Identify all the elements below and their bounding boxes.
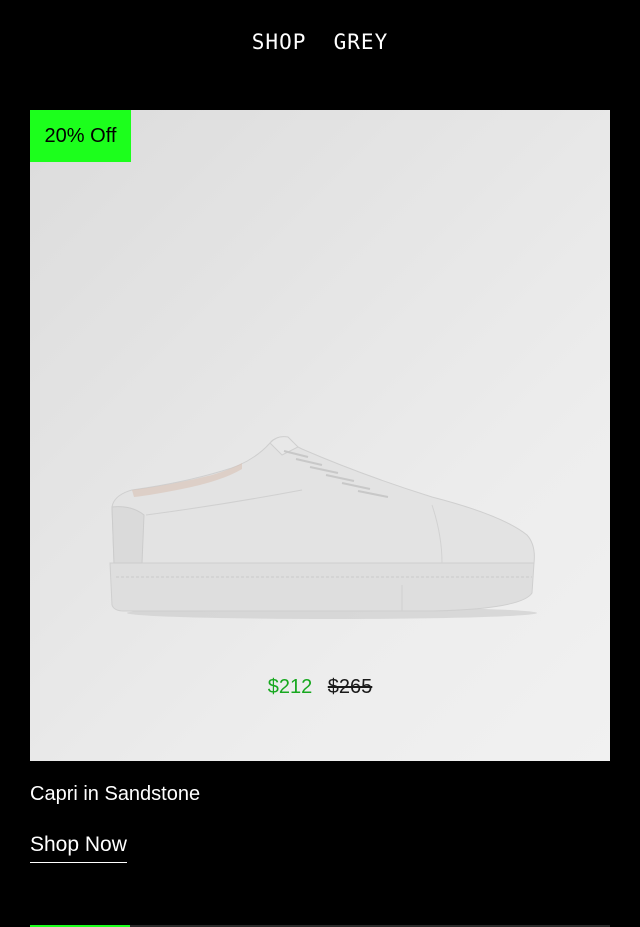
discount-badge: 20% Off (30, 110, 131, 162)
original-price: $265 (327, 676, 373, 698)
sneaker-image[interactable] (102, 435, 542, 625)
sale-price: $212 (267, 676, 313, 698)
product-card[interactable]: 20% Off $212 $265 (30, 110, 610, 761)
product-name[interactable]: Capri in Sandstone (30, 783, 200, 806)
price-row: $212 $265 (30, 676, 610, 699)
page-title: SHOP GREY (251, 30, 389, 54)
shop-now-link[interactable]: Shop Now (30, 833, 127, 863)
